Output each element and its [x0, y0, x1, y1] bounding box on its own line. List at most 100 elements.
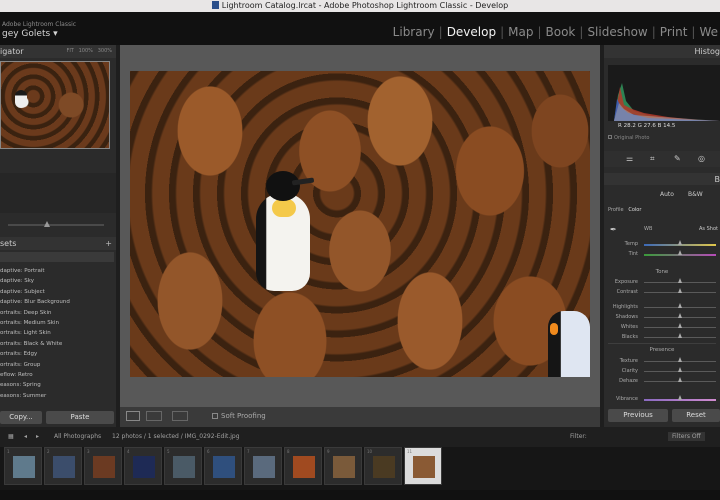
checkbox-icon[interactable] — [212, 413, 218, 419]
back-icon[interactable]: ◂ — [24, 433, 27, 440]
preset-item[interactable]: ortraits: Group — [0, 360, 116, 370]
add-preset-icon[interactable]: + — [105, 237, 112, 250]
preset-item[interactable]: daptive: Blur Background — [0, 297, 116, 307]
original-photo-toggle[interactable]: Original Photo — [608, 135, 649, 141]
grid-icon[interactable]: ▦ — [8, 433, 14, 440]
slider-blacks[interactable]: Blacks — [604, 333, 720, 343]
crop-icon[interactable]: ⌗ — [650, 154, 655, 164]
slider-texture[interactable]: Texture — [604, 357, 720, 367]
slider-knob[interactable] — [677, 303, 682, 308]
module-library[interactable]: Library — [393, 25, 435, 39]
soft-proofing-toggle[interactable]: Soft Proofing — [212, 412, 266, 420]
forward-icon[interactable]: ▸ — [36, 433, 39, 440]
slider-knob[interactable] — [677, 333, 682, 338]
loupe-view-icon[interactable] — [126, 411, 140, 421]
filmstrip-source[interactable]: All Photographs — [54, 433, 101, 440]
before-after-icon[interactable] — [146, 411, 162, 421]
slider-tint[interactable]: Tint — [604, 250, 720, 260]
filmstrip-thumbnail[interactable]: 10 — [364, 447, 402, 485]
preset-item[interactable]: easons: Summer — [0, 391, 116, 401]
filmstrip-thumbnail[interactable]: 11 — [404, 447, 442, 485]
bw-button[interactable]: B&W — [688, 191, 703, 198]
profile-row[interactable]: Profile Color — [608, 207, 720, 213]
profile-value[interactable]: Color — [628, 207, 641, 213]
zoom-300[interactable]: 300% — [98, 48, 112, 54]
slider-knob[interactable] — [677, 367, 682, 372]
slider-dehaze[interactable]: Dehaze — [604, 377, 720, 387]
basic-panel-header[interactable]: B — [604, 173, 720, 185]
filmstrip-thumbnail[interactable]: 4 — [124, 447, 162, 485]
slider-knob[interactable] — [677, 313, 682, 318]
filmstrip-thumbnail[interactable]: 6 — [204, 447, 242, 485]
preset-item[interactable]: ortraits: Medium Skin — [0, 318, 116, 328]
module-map[interactable]: Map — [508, 25, 533, 39]
slider-knob[interactable] — [677, 395, 682, 400]
preset-item[interactable]: ortraits: Deep Skin — [0, 308, 116, 318]
preset-item[interactable]: daptive: Subject — [0, 287, 116, 297]
slider-knob[interactable] — [677, 377, 682, 382]
slider-temp[interactable]: Temp — [604, 240, 720, 250]
filmstrip-thumbnail[interactable]: 8 — [284, 447, 322, 485]
mask-icon[interactable]: ◎ — [698, 154, 705, 163]
slider-knob[interactable] — [677, 323, 682, 328]
zoom-fit[interactable]: FIT — [66, 48, 73, 54]
slider-vibrance[interactable]: Vibrance — [604, 395, 720, 405]
slider-knob[interactable] — [677, 357, 682, 362]
filmstrip-thumbnail[interactable]: 7 — [244, 447, 282, 485]
amount-slider[interactable] — [8, 221, 104, 227]
slider-knob[interactable] — [677, 240, 682, 245]
bottom-panel-toggle[interactable] — [0, 490, 720, 500]
preset-item[interactable]: daptive: Sky — [0, 276, 116, 286]
slider-highlights[interactable]: Highlights — [604, 303, 720, 313]
eyedropper-icon[interactable]: ✒ — [610, 225, 617, 234]
histogram-header[interactable]: Histog — [604, 45, 720, 58]
zoom-100[interactable]: 100% — [79, 48, 93, 54]
filmstrip-info[interactable]: 12 photos / 1 selected / IMG_0292-Edit.j… — [112, 433, 240, 440]
reset-button[interactable]: Reset — [672, 409, 720, 422]
histogram-graph[interactable] — [608, 65, 720, 121]
filmstrip-thumbnail[interactable]: 5 — [164, 447, 202, 485]
preset-item[interactable]: ortraits: Black & White — [0, 339, 116, 349]
presets-search-input[interactable] — [0, 252, 114, 262]
previous-button[interactable]: Previous — [608, 409, 668, 422]
module-develop[interactable]: Develop — [447, 25, 496, 39]
module-slideshow[interactable]: Slideshow — [587, 25, 647, 39]
checkbox-icon[interactable] — [608, 135, 612, 139]
user-name[interactable]: gey Golets ▾ — [2, 29, 58, 39]
slider-knob[interactable] — [677, 250, 682, 255]
slider-knob[interactable] — [44, 221, 50, 227]
wb-value[interactable]: As Shot — [699, 226, 718, 232]
navigator-preview[interactable] — [0, 61, 110, 149]
slider-clarity[interactable]: Clarity — [604, 367, 720, 377]
preset-item[interactable]: easons: Spring — [0, 380, 116, 390]
module-print[interactable]: Print — [660, 25, 688, 39]
copy-button[interactable]: Copy... — [0, 411, 42, 424]
slider-exposure[interactable]: Exposure — [604, 278, 720, 288]
module-we[interactable]: We — [699, 25, 718, 39]
compare-icon[interactable] — [172, 411, 188, 421]
paste-button[interactable]: Paste — [46, 411, 114, 424]
navigator-zoom-options[interactable]: FIT 100% 300% — [66, 45, 112, 58]
slider-knob[interactable] — [677, 278, 682, 283]
healing-icon[interactable]: ✎ — [674, 154, 681, 163]
module-book[interactable]: Book — [546, 25, 576, 39]
slider-contrast[interactable]: Contrast — [604, 288, 720, 298]
filmstrip-thumbnail[interactable]: 2 — [44, 447, 82, 485]
preset-item[interactable]: eflow: Retro — [0, 370, 116, 380]
preset-item[interactable]: ortraits: Edgy — [0, 349, 116, 359]
slider-whites[interactable]: Whites — [604, 323, 720, 333]
edit-sliders-icon[interactable]: ⚌ — [626, 154, 633, 163]
filmstrip-thumbnail[interactable]: 9 — [324, 447, 362, 485]
auto-button[interactable]: Auto — [660, 191, 674, 198]
filter-select[interactable]: Filters Off — [668, 432, 705, 441]
navigator-header[interactable]: igator FIT 100% 300% — [0, 45, 116, 58]
slider-label: Clarity — [621, 368, 638, 374]
slider-shadows[interactable]: Shadows — [604, 313, 720, 323]
presets-header[interactable]: sets + — [0, 237, 116, 250]
filmstrip-thumbnail[interactable]: 3 — [84, 447, 122, 485]
preset-item[interactable]: daptive: Portrait — [0, 266, 116, 276]
main-photo[interactable] — [130, 71, 590, 377]
filmstrip-thumbnail[interactable]: 1 — [4, 447, 42, 485]
slider-knob[interactable] — [677, 288, 682, 293]
preset-item[interactable]: ortraits: Light Skin — [0, 328, 116, 338]
